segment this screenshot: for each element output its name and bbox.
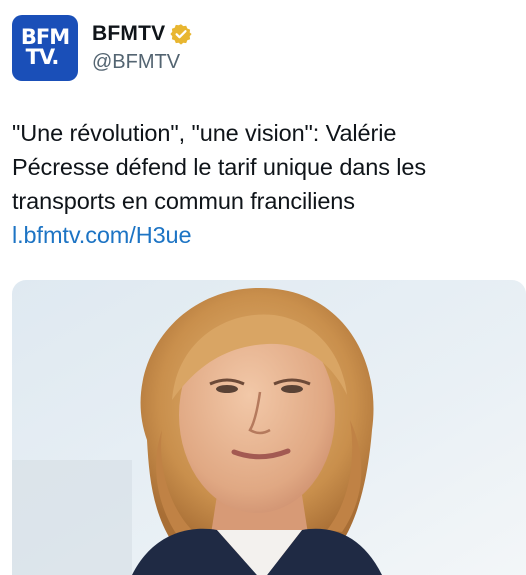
tweet-text-line: transports en commun franciliens (12, 188, 355, 214)
display-name[interactable]: BFMTV (92, 22, 165, 46)
verified-badge-icon (170, 23, 192, 45)
author-info: BFMTV @BFMTV (92, 22, 192, 74)
tweet-text: "Une révolution", "une vision": Valérie … (12, 116, 522, 252)
tweet-link[interactable]: l.bfmtv.com/H3ue (12, 218, 522, 252)
tweet-text-line: "Une révolution", "une vision": Valérie (12, 120, 397, 146)
avatar[interactable]: BFM TV. (12, 15, 78, 81)
tweet-photo[interactable] (12, 280, 526, 575)
tweet-card: BFM TV. BFMTV @BFMTV "Une révolution", "… (0, 0, 526, 575)
tweet-text-line: Pécresse défend le tarif unique dans les (12, 154, 427, 180)
handle[interactable]: @BFMTV (92, 51, 192, 74)
tweet-header: BFM TV. BFMTV @BFMTV (12, 15, 192, 81)
name-row: BFMTV (92, 22, 192, 46)
avatar-logo-text-bottom: TV. (25, 45, 60, 69)
portrait-photo (12, 280, 526, 575)
